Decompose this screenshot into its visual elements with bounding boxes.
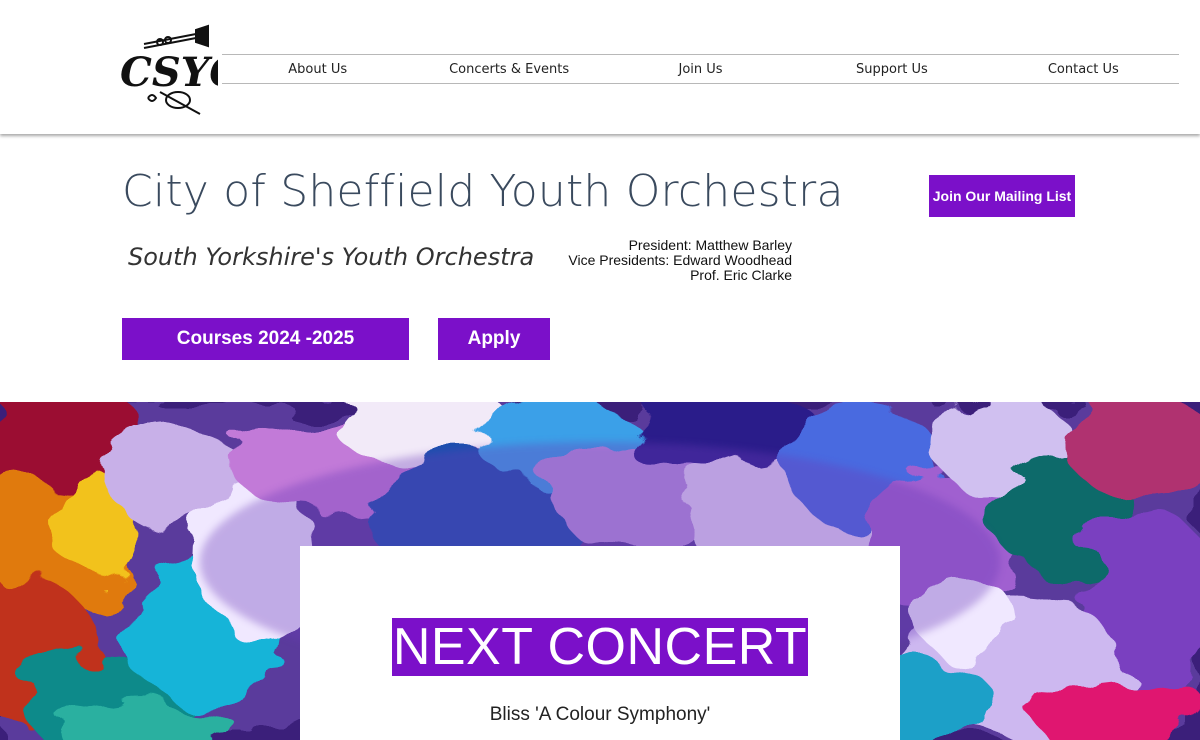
- nav-contact-us[interactable]: Contact Us: [988, 55, 1179, 83]
- logo-graphic: CSYO: [120, 24, 218, 115]
- officer-president: President: Matthew Barley: [628, 237, 792, 253]
- officers-list: President: Matthew Barley Vice President…: [520, 238, 792, 283]
- next-concert-card: NEXT CONCERT Bliss 'A Colour Symphony': [300, 546, 900, 740]
- concert-piece-title[interactable]: Bliss 'A Colour Symphony': [300, 704, 900, 726]
- officer-vice-presidents: Vice Presidents: Edward Woodhead: [568, 252, 792, 268]
- apply-button[interactable]: Apply: [438, 318, 550, 360]
- site-header: CSYO About Us Concerts & Events Join Us …: [0, 0, 1200, 134]
- join-mailing-list-button[interactable]: Join Our Mailing List: [929, 175, 1075, 217]
- nav-support-us[interactable]: Support Us: [796, 55, 987, 83]
- tagline: South Yorkshire's Youth Orchestra: [128, 243, 535, 271]
- nav-join-us[interactable]: Join Us: [605, 55, 796, 83]
- logo-text: CSYO: [120, 49, 218, 96]
- main-nav: About Us Concerts & Events Join Us Suppo…: [222, 54, 1179, 84]
- csyo-logo[interactable]: CSYO: [108, 20, 218, 116]
- nav-about-us[interactable]: About Us: [222, 55, 413, 83]
- courses-button[interactable]: Courses 2024 -2025: [122, 318, 409, 360]
- page-title: City of Sheffield Youth Orchestra: [122, 166, 844, 217]
- officer-vice-president-2: Prof. Eric Clarke: [690, 267, 792, 283]
- next-concert-heading: NEXT CONCERT: [392, 618, 808, 676]
- nav-concerts-events[interactable]: Concerts & Events: [413, 55, 604, 83]
